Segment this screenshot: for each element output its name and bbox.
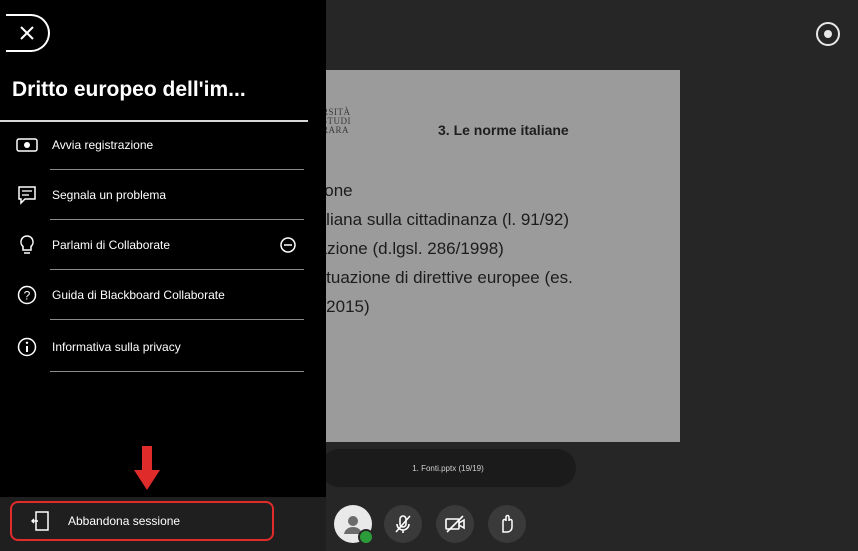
menu-item-feedback[interactable]: Parlami di Collaborate <box>14 220 304 270</box>
slide-line: razione (d.lgsl. 286/1998) <box>312 239 504 258</box>
report-icon <box>14 182 40 208</box>
raise-hand-button[interactable] <box>488 505 526 543</box>
close-button[interactable] <box>6 14 50 52</box>
camera-off-icon <box>445 515 465 533</box>
slide-title: 3. Le norme italiane <box>438 122 569 138</box>
avatar-button[interactable] <box>334 505 374 545</box>
svg-text:?: ? <box>24 289 31 303</box>
session-menu-panel: Dritto europeo dell'im... Avvia registra… <box>0 0 326 551</box>
camera-button[interactable] <box>436 505 474 543</box>
menu-item-privacy[interactable]: Informativa sulla privacy <box>14 322 304 372</box>
presentation-slide: RSITÀ STUDI RARA 3. Le norme italiane zi… <box>300 70 680 442</box>
slide-line: zione <box>312 181 353 200</box>
menu-item-start-recording[interactable]: Avvia registrazione <box>14 120 304 170</box>
collapse-icon[interactable] <box>278 235 298 255</box>
mic-off-icon <box>395 515 411 533</box>
slide-line: taliana sulla cittadinanza (l. 91/92) <box>312 210 570 229</box>
university-logo: RSITÀ STUDI RARA <box>322 107 351 135</box>
record-status-icon[interactable] <box>816 22 840 46</box>
leave-session-button[interactable]: Abbandona sessione <box>10 501 274 541</box>
menu-item-report-problem[interactable]: Segnala un problema <box>14 170 304 220</box>
down-arrow-annotation <box>134 446 160 490</box>
close-icon <box>20 26 34 40</box>
menu-item-label: Parlami di Collaborate <box>52 238 171 252</box>
session-title: Dritto europeo dell'im... <box>12 78 246 101</box>
online-status-icon <box>358 529 374 545</box>
slide-body: zione taliana sulla cittadinanza (l. 91/… <box>312 176 573 321</box>
hand-icon <box>502 514 513 533</box>
help-icon: ? <box>14 282 40 308</box>
microphone-button[interactable] <box>384 505 422 543</box>
slide-line: attuazione di direttive europee (es. <box>312 268 573 287</box>
menu-item-label: Informativa sulla privacy <box>52 340 181 354</box>
pager-text: 1. Fonti.pptx (19/19) <box>412 463 484 473</box>
file-pager[interactable]: 1. Fonti.pptx (19/19) <box>320 449 576 487</box>
slide-line: 2/2015) <box>312 297 370 316</box>
menu-item-label: Guida di Blackboard Collaborate <box>52 288 225 302</box>
record-icon <box>14 132 40 158</box>
exit-icon <box>30 510 52 532</box>
menu-item-label: Avvia registrazione <box>52 138 154 152</box>
lightbulb-icon <box>14 232 40 258</box>
menu-item-label: Segnala un problema <box>52 188 167 202</box>
leave-session-label: Abbandona sessione <box>68 514 181 528</box>
menu-item-help-guide[interactable]: ? Guida di Blackboard Collaborate <box>14 270 304 320</box>
info-icon <box>14 334 40 360</box>
